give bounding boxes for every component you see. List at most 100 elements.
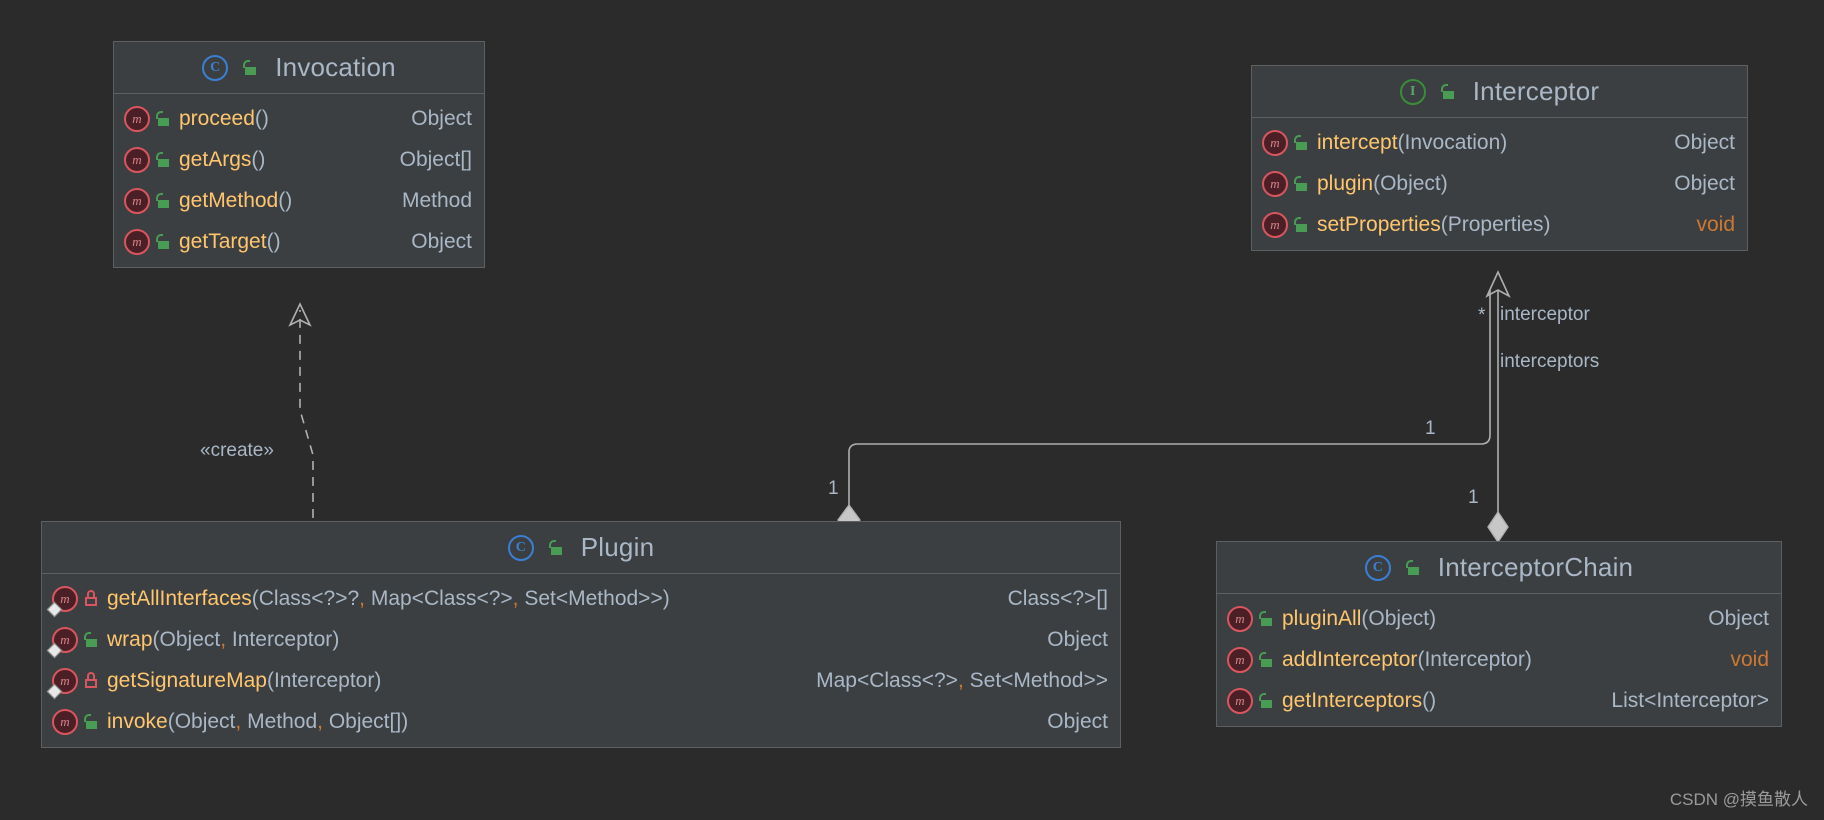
member-name: getAllInterfaces — [107, 586, 252, 610]
member-name: proceed — [179, 106, 255, 130]
unlocked-public-icon — [1294, 135, 1308, 150]
member-row[interactable]: m wrap(Object, Interceptor) Object — [42, 619, 1120, 660]
member-return-type: void — [1730, 647, 1769, 671]
class-name-interceptorchain: InterceptorChain — [1437, 552, 1634, 582]
member-row[interactable]: m getTarget() Object — [114, 221, 484, 262]
member-list-invocation: m proceed() Object m getArgs() Object[] … — [114, 94, 484, 267]
unlocked-public-icon — [243, 60, 257, 75]
member-name: getArgs — [179, 147, 252, 171]
unlocked-public-icon — [156, 234, 170, 249]
member-return-type: Method — [401, 188, 472, 212]
class-name-plugin: Plugin — [580, 532, 655, 562]
member-row[interactable]: m addInterceptor(Interceptor) void — [1217, 639, 1781, 680]
member-name: addInterceptor — [1282, 647, 1418, 671]
method-icon: m — [1262, 129, 1288, 156]
edge-label-chain-target-multiplicity: 1 — [1468, 487, 1479, 508]
member-name: setProperties — [1317, 212, 1441, 236]
member-name: getMethod — [179, 188, 279, 212]
member-row[interactable]: m getArgs() Object[] — [114, 139, 484, 180]
edge-plugin-to-chain — [837, 290, 1491, 537]
member-params: Object — [1380, 171, 1441, 195]
member-row[interactable]: m proceed() Object — [114, 98, 484, 139]
member-name: intercept — [1317, 130, 1398, 154]
member-params: Object — [1368, 606, 1430, 630]
member-return-type: Object — [1674, 171, 1735, 195]
method-icon: m — [1262, 211, 1288, 238]
class-header-plugin: C Plugin — [42, 522, 1120, 574]
method-icon: m — [124, 187, 150, 214]
member-return-type: Object — [411, 229, 472, 253]
locked-private-icon — [84, 590, 98, 606]
unlocked-public-icon — [156, 193, 170, 208]
unlocked-public-icon — [1259, 652, 1273, 667]
member-return-type: Class<?>[] — [1007, 586, 1108, 610]
member-return-type: Map<Class<?>, Set<Method>> — [816, 668, 1108, 692]
class-name-invocation: Invocation — [275, 52, 396, 82]
member-return-type: Object — [411, 106, 472, 130]
static-method-icon: m — [52, 626, 78, 653]
member-name: wrap — [107, 627, 153, 651]
class-box-interceptor[interactable]: I Interceptor m intercept(Invocation) Ob… — [1251, 65, 1748, 251]
member-params: Object, Interceptor — [159, 627, 333, 651]
edge-label-interceptor-role: interceptor — [1500, 304, 1590, 325]
member-return-type: Object — [1047, 627, 1108, 651]
unlocked-public-icon — [1259, 693, 1273, 708]
unlocked-public-icon — [1405, 560, 1420, 575]
class-header-interceptor: I Interceptor — [1252, 66, 1747, 118]
member-return-type: Object — [1708, 606, 1769, 630]
member-list-plugin: m getAllInterfaces(Class<?>?, Map<Class<… — [42, 574, 1120, 747]
method-icon: m — [124, 228, 150, 255]
member-row[interactable]: m getInterceptors() List<Interceptor> — [1217, 680, 1781, 721]
static-method-icon: m — [52, 585, 78, 612]
member-row[interactable]: m getMethod() Method — [114, 180, 484, 221]
member-return-type: Object — [1047, 709, 1108, 733]
unlocked-public-icon — [548, 540, 563, 555]
member-params: Invocation — [1404, 130, 1501, 154]
member-row[interactable]: m getAllInterfaces(Class<?>?, Map<Class<… — [42, 578, 1120, 619]
class-box-plugin[interactable]: C Plugin m getAllInterfaces(Class<?>?, M… — [41, 521, 1121, 748]
member-name: getTarget — [179, 229, 267, 253]
member-params: Interceptor — [273, 668, 375, 692]
member-row[interactable]: m pluginAll(Object) Object — [1217, 598, 1781, 639]
member-params: Interceptor — [1424, 647, 1525, 671]
method-icon: m — [1227, 605, 1253, 632]
class-box-invocation[interactable]: C Invocation m proceed() Object m getArg… — [113, 41, 485, 268]
class-icon: C — [202, 54, 229, 81]
member-return-type: Object — [1674, 130, 1735, 154]
class-box-interceptorchain[interactable]: C InterceptorChain m pluginAll(Object) O… — [1216, 541, 1782, 727]
unlocked-public-icon — [156, 152, 170, 167]
edge-create-dependency — [288, 302, 314, 518]
unlocked-public-icon — [84, 632, 98, 647]
member-row[interactable]: m intercept(Invocation) Object — [1252, 122, 1747, 163]
class-header-interceptorchain: C InterceptorChain — [1217, 542, 1781, 594]
edge-label-chain-multiplicity: 1 — [1425, 418, 1436, 439]
member-name: getSignatureMap — [107, 668, 267, 692]
class-icon: C — [1364, 554, 1391, 581]
method-icon: m — [1262, 170, 1288, 197]
method-icon: m — [1227, 646, 1253, 673]
class-name-interceptor: Interceptor — [1472, 76, 1600, 106]
member-row[interactable]: m getSignatureMap(Interceptor) Map<Class… — [42, 660, 1120, 701]
member-row[interactable]: m invoke(Object, Method, Object[]) Objec… — [42, 701, 1120, 742]
class-header-invocation: C Invocation — [114, 42, 484, 94]
unlocked-public-icon — [1259, 611, 1273, 626]
member-return-type: Object[] — [399, 147, 472, 171]
member-params: Object, Method, Object[] — [174, 709, 402, 733]
edge-label-interceptors-role: interceptors — [1500, 351, 1600, 372]
unlocked-public-icon — [156, 111, 170, 126]
class-icon: C — [507, 534, 534, 561]
member-name: plugin — [1317, 171, 1374, 195]
member-list-interceptor: m intercept(Invocation) Object m plugin(… — [1252, 118, 1747, 250]
unlocked-public-icon — [1294, 176, 1308, 191]
member-params: Properties — [1447, 212, 1544, 236]
member-list-interceptorchain: m pluginAll(Object) Object m addIntercep… — [1217, 594, 1781, 726]
interface-icon: I — [1399, 78, 1426, 105]
unlocked-public-icon — [1440, 84, 1455, 99]
member-row[interactable]: m setProperties(Properties) void — [1252, 204, 1747, 245]
member-row[interactable]: m plugin(Object) Object — [1252, 163, 1747, 204]
locked-private-icon — [84, 672, 98, 688]
method-icon: m — [124, 146, 150, 173]
method-icon: m — [1227, 687, 1253, 714]
member-params: Class<?>?, Map<Class<?>, Set<Method>> — [258, 586, 663, 610]
watermark: CSDN @摸鱼散人 — [1669, 790, 1808, 809]
